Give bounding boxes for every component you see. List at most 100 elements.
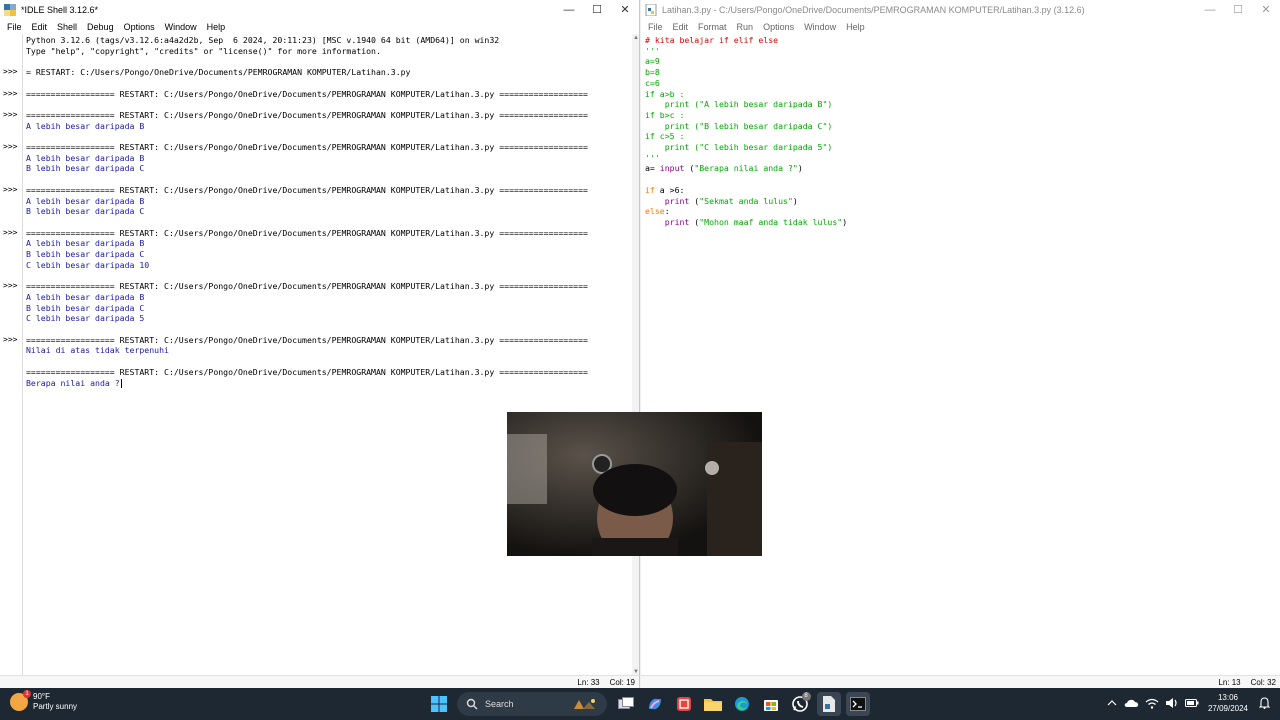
shell-output-line: B lebih besar daripada C xyxy=(26,163,145,174)
shell-output-line: C lebih besar daripada 5 xyxy=(26,313,145,324)
editor-maximize-button[interactable]: ☐ xyxy=(1224,0,1252,19)
store-button[interactable] xyxy=(759,692,783,716)
copilot-button[interactable] xyxy=(643,692,667,716)
shell-prompt: >>> xyxy=(3,67,18,77)
shell-scrollbar[interactable]: ▲ ▼ xyxy=(632,34,639,676)
edge-button[interactable] xyxy=(730,692,754,716)
search-label: Search xyxy=(485,699,514,709)
shell-output-area[interactable]: Python 3.12.6 (tags/v3.12.6:a4a2d2b, Sep… xyxy=(23,34,632,676)
menu-shell[interactable]: Shell xyxy=(52,22,82,32)
volume-icon[interactable] xyxy=(1164,695,1180,711)
shell-status-col: Col: 19 xyxy=(609,677,635,687)
code-line: print ("A lebih besar daripada B") xyxy=(645,99,1280,110)
code-token: b=8 xyxy=(645,67,660,78)
code-token: ) xyxy=(797,163,803,174)
clock[interactable]: 13:06 27/09/2024 xyxy=(1208,692,1248,714)
battery-icon[interactable] xyxy=(1184,695,1200,711)
code-token: "Sekmat anda lulus" xyxy=(699,195,793,206)
snipping-tool-button[interactable] xyxy=(672,692,696,716)
idle-button[interactable] xyxy=(845,692,870,716)
taskbar-search[interactable]: Search xyxy=(457,692,607,716)
scroll-up-icon[interactable]: ▲ xyxy=(633,35,639,41)
code-token: c=6 xyxy=(645,77,660,88)
editor-close-button[interactable]: ✕ xyxy=(1252,0,1280,19)
menu-window[interactable]: Window xyxy=(160,22,202,32)
folder-icon xyxy=(703,699,722,711)
file-app-button[interactable] xyxy=(816,692,841,716)
onedrive-icon[interactable] xyxy=(1124,695,1140,711)
edge-icon xyxy=(734,697,749,711)
code-line: print ("C lebih besar daripada 5") xyxy=(645,142,1280,153)
code-token: ( xyxy=(689,195,700,206)
code-token: "Berapa nilai anda ?" xyxy=(694,163,798,174)
code-editor-area[interactable]: # kita belajar if elif else ''' a=9 b=8 c=6 i… xyxy=(641,34,1280,676)
python-icon xyxy=(4,3,16,16)
taskbar-apps: Search 8 xyxy=(424,692,872,716)
maximize-button[interactable]: ☐ xyxy=(583,0,611,19)
code-token: a >6: xyxy=(654,184,685,195)
code-line: else: xyxy=(645,206,1280,217)
editor-menu-options[interactable]: Options xyxy=(758,22,799,32)
code-token: print ("A lebih besar daripada B") xyxy=(645,99,833,110)
shell-line: = RESTART: C:/Users/Pongo/OneDrive/Docum… xyxy=(26,67,411,78)
code-token: if a>b : xyxy=(645,88,685,99)
menu-edit[interactable]: Edit xyxy=(27,22,53,32)
editor-title: Latihan.3.py - C:/Users/Pongo/OneDrive/D… xyxy=(662,4,1085,15)
idle-shell-window: *IDLE Shell 3.12.6* — ☐ ✕ File Edit Shel… xyxy=(0,0,640,688)
code-line: ''' xyxy=(645,153,1280,164)
shell-prompt: >>> xyxy=(3,334,18,344)
search-icon xyxy=(466,698,478,710)
store-icon xyxy=(763,700,778,711)
code-line: if b>c : xyxy=(645,110,1280,121)
wifi-icon[interactable] xyxy=(1144,695,1160,711)
editor-status-col: Col: 32 xyxy=(1250,677,1276,687)
editor-menu-format[interactable]: Format xyxy=(693,22,732,32)
editor-window: Latihan.3.py - C:/Users/Pongo/OneDrive/D… xyxy=(641,0,1280,688)
task-view-button[interactable] xyxy=(614,692,638,716)
menu-help[interactable]: Help xyxy=(202,22,231,32)
editor-minimize-button[interactable]: — xyxy=(1196,0,1224,19)
weather-widget[interactable]: 1 90°F Partly sunny xyxy=(10,690,77,712)
editor-menu-window[interactable]: Window xyxy=(799,22,841,32)
code-token: print ("C lebih besar daripada 5") xyxy=(645,142,833,153)
shell-output-line: A lebih besar daripada B xyxy=(26,238,145,249)
minimize-button[interactable]: — xyxy=(555,0,583,19)
editor-status-line: Ln: 13 xyxy=(1218,677,1241,687)
shell-prompt: >>> xyxy=(3,110,18,120)
webcam-image xyxy=(507,412,762,556)
editor-menu-file[interactable]: File xyxy=(643,22,668,32)
code-token: ( xyxy=(684,163,695,174)
file-explorer-button[interactable] xyxy=(701,692,725,716)
menu-options[interactable]: Options xyxy=(119,22,160,32)
chevron-up-icon[interactable] xyxy=(1104,695,1120,711)
start-button[interactable] xyxy=(427,692,451,716)
shell-output-line: Nilai di atas tidak terpenuhi xyxy=(26,345,169,356)
editor-menu-help[interactable]: Help xyxy=(841,22,870,32)
shell-title: *IDLE Shell 3.12.6* xyxy=(21,4,99,15)
shell-prompt: >>> xyxy=(3,142,18,152)
snipping-tool-icon xyxy=(676,697,691,711)
shell-prompt: >>> xyxy=(3,281,18,291)
notification-bell-icon[interactable] xyxy=(1256,695,1272,711)
shell-menubar: File Edit Shell Debug Options Window Hel… xyxy=(0,19,639,34)
shell-output-line: C lebih besar daripada 10 xyxy=(26,259,150,270)
code-token: print ("B lebih besar daripada C") xyxy=(645,120,833,131)
whatsapp-badge: 8 xyxy=(801,692,811,701)
code-token: if b>c : xyxy=(645,109,685,120)
code-token: print xyxy=(664,216,690,227)
code-token: : xyxy=(664,206,670,217)
menu-debug[interactable]: Debug xyxy=(82,22,119,32)
code-line: a=9 xyxy=(645,56,1280,67)
menu-file[interactable]: File xyxy=(2,22,27,32)
editor-menu-edit[interactable]: Edit xyxy=(668,22,694,32)
editor-menu-run[interactable]: Run xyxy=(732,22,759,32)
whatsapp-button[interactable]: 8 xyxy=(788,692,812,716)
code-token: else xyxy=(645,206,665,217)
close-button[interactable]: ✕ xyxy=(611,0,639,19)
